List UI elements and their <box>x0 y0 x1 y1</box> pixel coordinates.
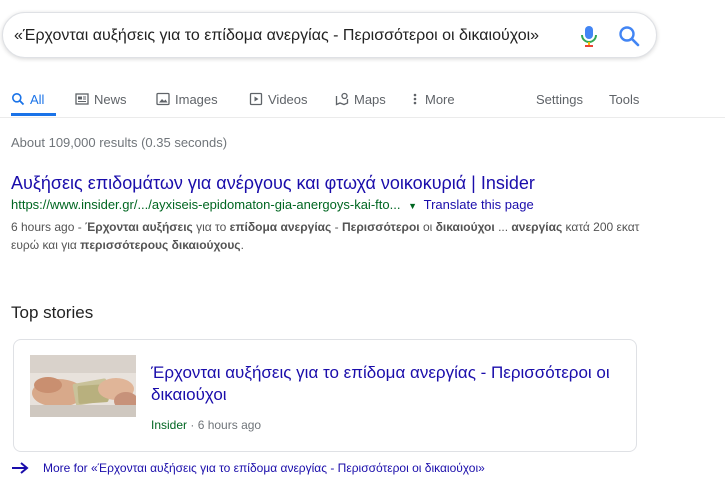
translate-link[interactable]: Translate this page <box>424 197 534 212</box>
snippet-segment: - <box>331 220 342 234</box>
video-icon <box>249 92 263 106</box>
tab-settings[interactable]: Settings <box>536 88 583 110</box>
snippet-segment: 6 hours ago - <box>11 220 86 234</box>
tab-label: News <box>94 91 127 107</box>
tab-label: Settings <box>536 91 583 107</box>
snippet-segment: επίδομα ανεργίας <box>229 220 332 234</box>
search-tabs: All News Images Videos Maps More Setting… <box>0 80 725 118</box>
result-stats: About 109,000 results (0.35 seconds) <box>11 135 228 150</box>
map-icon <box>335 92 349 106</box>
more-vertical-icon <box>412 92 420 106</box>
search-box[interactable] <box>2 12 657 58</box>
tab-label: Videos <box>268 91 308 107</box>
image-icon <box>156 92 170 106</box>
story-time: 6 hours ago <box>197 418 262 432</box>
tab-videos[interactable]: Videos <box>249 88 308 110</box>
tab-all[interactable]: All <box>11 88 44 110</box>
tab-label: Images <box>175 91 218 107</box>
more-for-link[interactable]: More for «Έρχονται αυξήσεις για το επίδο… <box>11 461 485 475</box>
more-for-label: More for «Έρχονται αυξήσεις για το επίδο… <box>43 461 485 475</box>
news-icon <box>75 92 89 106</box>
snippet-segment: οι <box>419 220 436 234</box>
tab-label: Tools <box>609 91 640 107</box>
story-card[interactable]: Έρχονται αυξήσεις για το επίδομα ανεργία… <box>13 339 637 452</box>
arrow-right-icon <box>11 461 29 475</box>
snippet-segment: ανεργίας <box>511 220 563 234</box>
snippet-segment: Έρχονται αυξήσεις <box>85 220 193 234</box>
tab-news[interactable]: News <box>75 88 127 110</box>
snippet-segment: Περισσότεροι <box>341 220 420 234</box>
result-url-line: https://www.insider.gr/.../ayxiseis-epid… <box>11 196 651 215</box>
tab-label: More <box>425 91 455 107</box>
snippet-segment: . <box>240 238 244 252</box>
result-url[interactable]: https://www.insider.gr/.../ayxiseis-epid… <box>11 197 400 212</box>
active-tab-indicator <box>11 113 56 116</box>
tab-more[interactable]: More <box>412 88 455 110</box>
result-snippet: 6 hours ago - Έρχονται αυξήσεις για το ε… <box>11 218 651 254</box>
search-icon[interactable] <box>617 24 641 48</box>
tab-label: Maps <box>354 91 386 107</box>
search-result: Αυξήσεις επιδομάτων για ανέργους και φτω… <box>11 172 651 254</box>
search-icon <box>11 92 25 106</box>
story-thumbnail <box>30 355 136 417</box>
microphone-icon[interactable] <box>578 24 600 48</box>
snippet-segment: δικαιούχοι <box>435 220 495 234</box>
story-title-link[interactable]: Έρχονται αυξήσεις για το επίδομα ανεργία… <box>151 362 621 406</box>
dropdown-triangle-icon[interactable]: ▼ <box>408 201 417 211</box>
result-title-link[interactable]: Αυξήσεις επιδομάτων για ανέργους και φτω… <box>11 172 651 194</box>
snippet-segment: για το <box>192 220 230 234</box>
meta-separator: · <box>187 418 198 432</box>
snippet-segment: περισσότερους δικαιούχους <box>80 238 241 252</box>
tab-maps[interactable]: Maps <box>335 88 386 110</box>
tab-tools[interactable]: Tools <box>609 88 639 110</box>
story-meta: Insider · 6 hours ago <box>151 418 261 432</box>
search-input[interactable] <box>14 25 564 47</box>
tab-images[interactable]: Images <box>156 88 218 110</box>
top-stories-heading: Top stories <box>11 303 94 322</box>
tab-label: All <box>30 91 45 107</box>
snippet-segment: ... <box>494 220 512 234</box>
story-source: Insider <box>151 418 188 432</box>
